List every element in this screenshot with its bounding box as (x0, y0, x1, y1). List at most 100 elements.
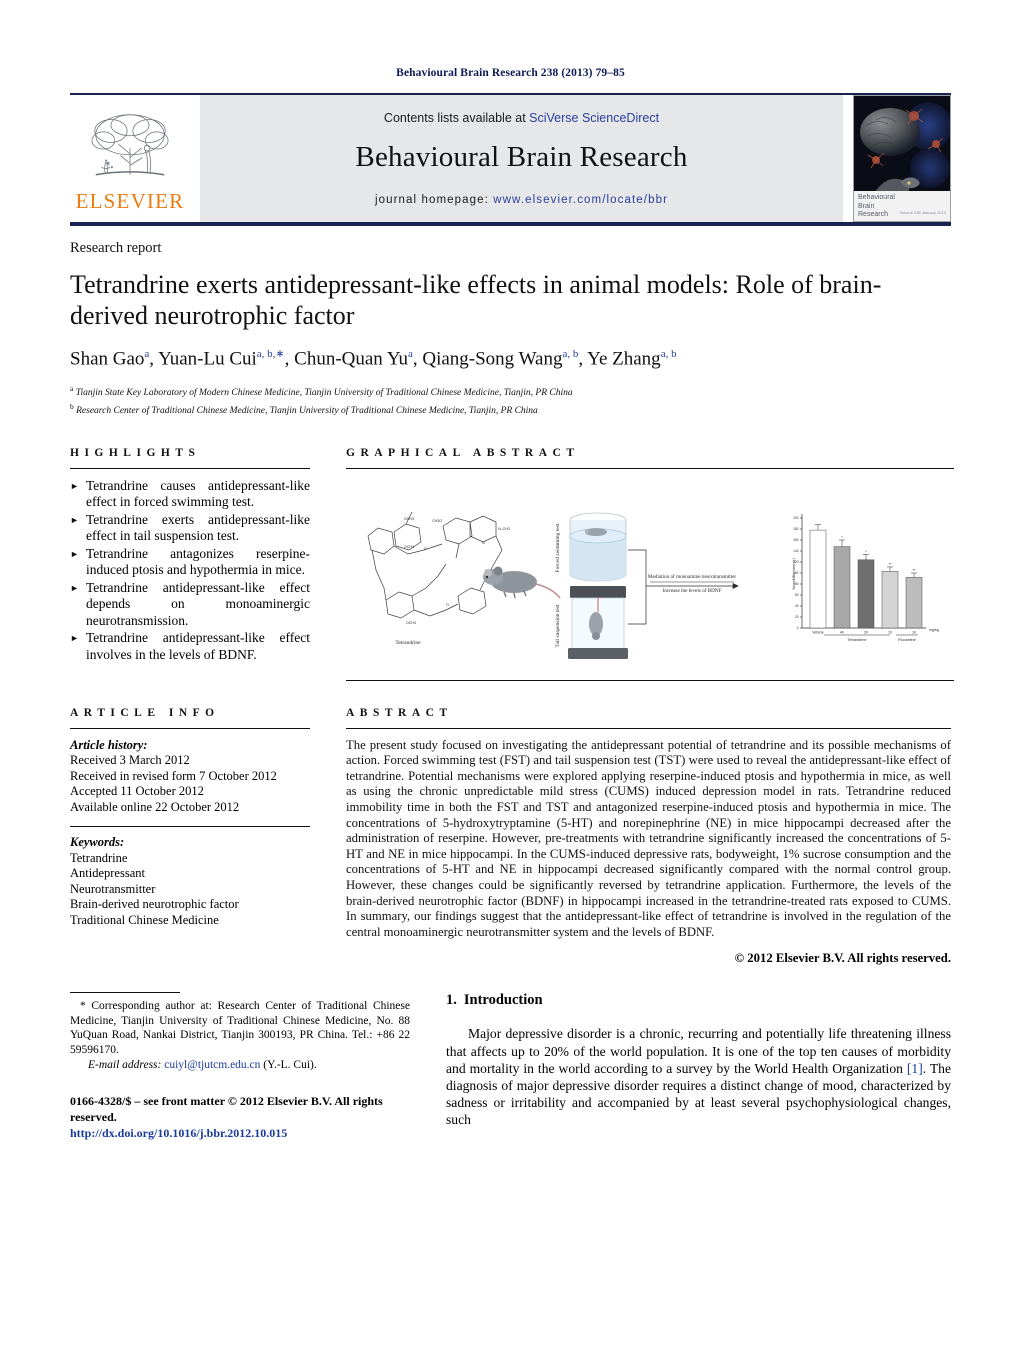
running-head: Behavioural Brain Research 238 (2013) 79… (396, 67, 625, 79)
svg-text:N: N (482, 541, 485, 545)
svg-text:O: O (424, 547, 427, 551)
article-type: Research report (70, 240, 162, 256)
svg-text:CH3O: CH3O (432, 519, 442, 523)
highlight-item: Tetrandrine causes antidepressant-like e… (70, 478, 310, 511)
highlight-item: Tetrandrine antidepressant-like effect i… (70, 630, 310, 663)
chart-unit-label: mg/kg (929, 628, 939, 632)
keywords-list: Tetrandrine Antidepressant Neurotransmitte… (70, 851, 310, 929)
chart-y-tick-label: 60 (795, 593, 799, 597)
affiliation-line: a Tianjin State Key Laboratory of Modern… (70, 384, 573, 399)
homepage-prefix: journal homepage: (374, 194, 494, 206)
article-info-column: ARTICLE INFO Article history: Received 3… (70, 707, 310, 967)
graphical-abstract-column: GRAPHICAL ABSTRACT OCH3 OCH3 CH3O N–CH3 … (346, 447, 954, 681)
chart-y-tick-label: 0 (797, 626, 799, 630)
svg-text:O: O (446, 603, 449, 607)
paper-page: Behavioural Brain Research 238 (2013) 79… (0, 0, 1021, 1351)
chart-y-tick-label: 160 (793, 538, 799, 542)
chart-y-tick-label: 180 (793, 527, 799, 531)
corresponding-text: Corresponding author at: Research Center… (70, 1000, 410, 1056)
elsevier-logo: ELSEVIER (70, 95, 190, 222)
author-name: Qiang-Song Wang (422, 348, 563, 370)
tail-suspension-test-illustration (568, 585, 628, 659)
author-name: Ye Zhang (587, 348, 661, 370)
affiliation-marker: a (70, 384, 74, 394)
history-line: Available online 22 October 2012 (70, 799, 240, 814)
chart-bar (809, 529, 827, 628)
abstract-column: ABSTRACT The present study focused on in… (346, 707, 951, 967)
journal-homepage-line: journal homepage: www.elsevier.com/locat… (375, 194, 668, 206)
front-matter-block: 0166-4328/$ – see front matter © 2012 El… (70, 1093, 410, 1141)
affiliation-line: b Research Center of Traditional Chinese… (70, 402, 538, 417)
history-line: Received in revised form 7 October 2012 (70, 768, 277, 783)
chart-significance-marker: ** (912, 567, 916, 572)
article-history-label: Article history: (70, 737, 148, 752)
page-title: Tetrandrine exerts antidepressant-like e… (70, 270, 882, 330)
masthead-center: Contents lists available at SciVerse Sci… (200, 95, 843, 222)
chart-y-tick-label: 200 (793, 516, 799, 520)
front-matter-text: 0166-4328/$ – see front matter © 2012 El… (70, 1093, 383, 1124)
svg-text:OCH3: OCH3 (404, 517, 414, 521)
chart-error-bar (863, 553, 869, 560)
journal-title: Behavioural Brain Research (355, 141, 688, 173)
doi-link[interactable]: http://dx.doi.org/10.1016/j.bbr.2012.10.… (70, 1125, 410, 1141)
author-affiliation-marker: a, b,∗ (256, 348, 285, 360)
article-history-block: Article history: Received 3 March 2012 Re… (70, 738, 310, 816)
fst-label: Forced swimming test (555, 523, 561, 572)
chart-ylabel: Immobility time (s) (791, 557, 796, 589)
highlight-item: Tetrandrine antagonizes reserpine-induce… (70, 546, 310, 579)
corresponding-author-note: * Corresponding author at: Research Cent… (70, 999, 410, 1057)
mechanism-label-line1: Mediation of monoamine neurotransmitter (648, 573, 737, 580)
homepage-url-link[interactable]: www.elsevier.com/locate/bbr (493, 194, 668, 206)
chart-x-tick-label: Vehicle (812, 630, 824, 634)
article-info-separator (70, 826, 310, 828)
cover-title-line1: Behavioural (858, 194, 895, 201)
graphical-abstract-heading: GRAPHICAL ABSTRACT (346, 446, 580, 459)
citation-1[interactable]: [1] (907, 1061, 923, 1076)
molecule-label: Tetrandrine (395, 640, 421, 646)
cover-volume-text: Volume 238 January 2013 (899, 209, 946, 215)
svg-text:N–CH3: N–CH3 (498, 527, 510, 531)
chart-bar (833, 545, 851, 628)
abstract-rule (346, 727, 951, 729)
mechanism-arrow (628, 549, 739, 624)
highlights-rule (70, 467, 310, 469)
chart-y-tick-label: 20 (795, 615, 799, 619)
chart-bar (881, 570, 899, 628)
chart-x-tick-label: 20 (864, 630, 868, 634)
email-address-link[interactable]: cuiyl@tjutcm.edu.cn (164, 1059, 260, 1071)
author-name: Shan Gao (70, 348, 145, 370)
svg-text:OCH3: OCH3 (404, 545, 414, 549)
chart-x-tick-label: 10 (888, 630, 892, 634)
keyword-item: Brain-derived neurotrophic factor (70, 897, 239, 912)
footnote-rule (70, 992, 180, 994)
email-label: E-mail address: (88, 1059, 162, 1072)
mechanism-label-line2: Increase the levels of BDNF (662, 587, 721, 594)
svg-text:OCH3: OCH3 (406, 621, 416, 625)
chart-significance-marker: * (841, 534, 843, 539)
contents-available-line: Contents lists available at SciVerse Sci… (384, 111, 659, 125)
chart-error-bar (911, 572, 917, 578)
chart-error-bar (839, 539, 845, 547)
author-name: Chun-Quan Yu (294, 348, 408, 370)
sciencedirect-link[interactable]: SciVerse ScienceDirect (529, 111, 659, 125)
graphical-abstract-figure: OCH3 OCH3 CH3O N–CH3 N OCH3 O O Tetrandr… (346, 478, 954, 674)
keyword-item: Neurotransmitter (70, 881, 156, 896)
keyword-item: Tetrandrine (70, 850, 128, 865)
email-attribution: (Y.-L. Cui). (263, 1059, 317, 1072)
chart-x-tick-label: 10 (912, 630, 916, 634)
highlights-heading: HIGHLIGHTS (70, 446, 201, 459)
corresponding-marker: * (80, 1000, 86, 1013)
footnote-column: * Corresponding author at: Research Cent… (70, 992, 410, 1141)
cover-journal-name: Behavioural Brain Research Volume 238 Ja… (854, 191, 950, 221)
chart-y-tick-label: 140 (793, 549, 799, 553)
affiliation-list: a Tianjin State Key Laboratory of Modern… (70, 382, 951, 418)
history-line: Accepted 11 October 2012 (70, 784, 204, 799)
chart-significance-marker: * (865, 548, 867, 553)
author-affiliation-marker: a (407, 348, 413, 360)
keyword-item: Traditional Chinese Medicine (70, 912, 219, 927)
article-info-heading: ARTICLE INFO (70, 706, 220, 719)
author-affiliation-marker: a, b (660, 348, 677, 360)
contents-prefix: Contents lists available at (383, 111, 530, 125)
author-affiliation-marker: a, b (562, 348, 579, 360)
article-history-list: Received 3 March 2012 Received in revised… (70, 753, 310, 815)
